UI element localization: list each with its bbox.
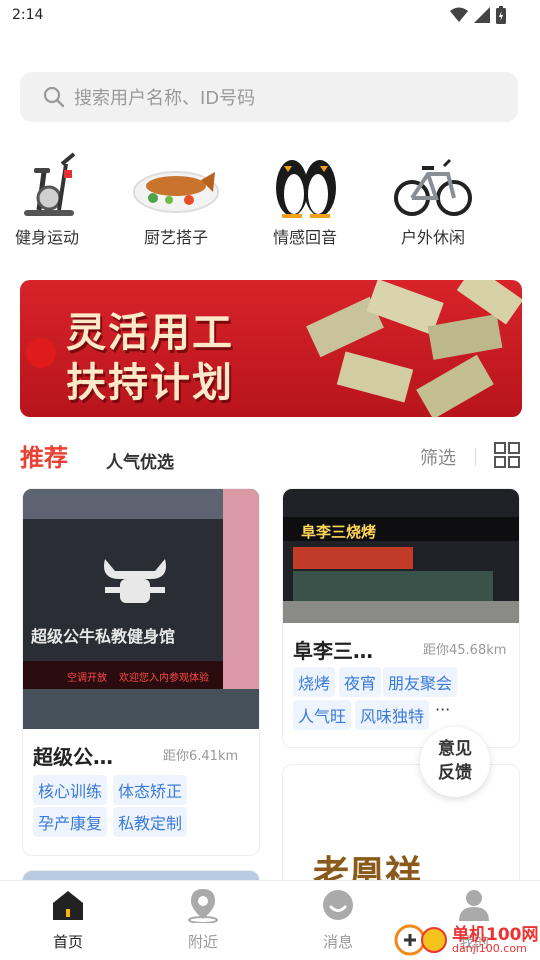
feedback-line1: 意见 bbox=[438, 739, 472, 759]
listing-card[interactable]: 阜李三烧烤 阜李三… 距你45.68km 烧烤 夜宵 朋友聚会 人气旺 风味独特… bbox=[282, 488, 520, 748]
category-item-cooking[interactable]: 厨艺搭子 bbox=[121, 150, 231, 248]
money-illustration bbox=[306, 280, 522, 417]
nav-home[interactable]: 首页 bbox=[18, 887, 118, 952]
nav-messages[interactable]: 消息 bbox=[288, 887, 388, 952]
wifi-icon bbox=[450, 7, 468, 22]
tag[interactable]: 烧烤 bbox=[293, 667, 336, 697]
battery-icon bbox=[496, 6, 506, 24]
category-item-emotion[interactable]: 情感回音 bbox=[250, 150, 360, 248]
listing-title: 超级公… bbox=[33, 745, 113, 769]
nav-nearby[interactable]: 附近 bbox=[153, 887, 253, 952]
tag[interactable]: 夜宵 bbox=[339, 667, 382, 697]
watermark-logo-icon bbox=[394, 924, 447, 956]
banner-dot bbox=[26, 338, 56, 368]
gym-sign-open: 空调开放 bbox=[67, 673, 107, 684]
nav-label: 消息 bbox=[322, 933, 353, 951]
tag[interactable]: 风味独特 bbox=[355, 700, 430, 730]
watermark: 单机100网 danji100.com bbox=[394, 916, 540, 960]
watermark-sub: danji100.com bbox=[452, 942, 527, 955]
feedback-line2: 反馈 bbox=[438, 763, 472, 783]
message-bubble-icon bbox=[323, 890, 353, 920]
location-pin-icon bbox=[188, 889, 218, 924]
category-label: 厨艺搭子 bbox=[143, 228, 208, 247]
signal-icon bbox=[474, 7, 490, 23]
category-label: 户外休闲 bbox=[400, 228, 465, 247]
grilled-fish-dish-icon bbox=[133, 150, 219, 220]
status-time: 2:14 bbox=[12, 7, 44, 23]
gym-sign-text: 超级公牛私教健身馆 bbox=[31, 627, 176, 646]
tag[interactable]: 朋友聚会 bbox=[383, 667, 458, 697]
tag[interactable]: 体态矫正 bbox=[113, 775, 188, 805]
nav-label: 首页 bbox=[52, 933, 83, 951]
bull-logo-icon bbox=[104, 559, 166, 603]
grid-view-icon[interactable] bbox=[494, 442, 520, 468]
tag[interactable]: 私教定制 bbox=[113, 807, 188, 837]
category-label: 健身运动 bbox=[14, 228, 79, 247]
category-row: 健身运动 厨艺搭子 情感回音 户外休闲 bbox=[0, 150, 540, 250]
bicycle-icon bbox=[390, 150, 476, 220]
listing-title: 阜李三… bbox=[293, 639, 373, 663]
gym-sign-welcome: 欢迎您入内参观体验 bbox=[119, 673, 209, 684]
category-item-fitness[interactable]: 健身运动 bbox=[0, 150, 102, 248]
banner-title-line2: 扶持计划 bbox=[66, 360, 234, 406]
status-bar: 2:14 bbox=[0, 0, 540, 32]
more-tags-icon[interactable]: ··· bbox=[435, 700, 450, 719]
listing-distance: 距你6.41km bbox=[163, 749, 239, 764]
nav-label: 附近 bbox=[187, 933, 218, 951]
category-label: 情感回音 bbox=[272, 228, 337, 247]
tag[interactable]: 核心训练 bbox=[33, 775, 108, 805]
promo-banner[interactable]: 灵活用工 扶持计划 bbox=[20, 280, 522, 417]
search-placeholder: 搜索用户名称、ID号码 bbox=[74, 88, 256, 109]
home-icon bbox=[53, 891, 83, 920]
status-icons bbox=[450, 6, 506, 24]
tag[interactable]: 人气旺 bbox=[293, 700, 352, 730]
listing-distance: 距你45.68km bbox=[423, 643, 507, 658]
divider bbox=[475, 448, 476, 466]
penguins-icon bbox=[262, 150, 348, 220]
filter-button[interactable]: 筛选 bbox=[420, 444, 456, 470]
category-item-outdoor[interactable]: 户外休闲 bbox=[378, 150, 488, 248]
tab-recommend[interactable]: 推荐 bbox=[20, 438, 68, 473]
search-icon bbox=[43, 86, 65, 108]
bbq-sign-text: 阜李三烧烤 bbox=[301, 523, 377, 541]
tabs-row: 推荐 人气优选 筛选 bbox=[20, 436, 522, 476]
listing-image: 阜李三烧烤 bbox=[283, 489, 519, 623]
exercise-bike-icon bbox=[4, 150, 90, 220]
search-input[interactable]: 搜索用户名称、ID号码 bbox=[20, 72, 518, 122]
feedback-button[interactable]: 意见 反馈 bbox=[420, 727, 490, 797]
listing-image: 超级公牛私教健身馆 空调开放 欢迎您入内参观体验 bbox=[23, 489, 259, 729]
listing-card[interactable]: 超级公牛私教健身馆 空调开放 欢迎您入内参观体验 超级公… 距你6.41km 核… bbox=[22, 488, 260, 856]
tag[interactable]: 孕产康复 bbox=[33, 807, 108, 837]
tab-popular[interactable]: 人气优选 bbox=[106, 448, 174, 473]
